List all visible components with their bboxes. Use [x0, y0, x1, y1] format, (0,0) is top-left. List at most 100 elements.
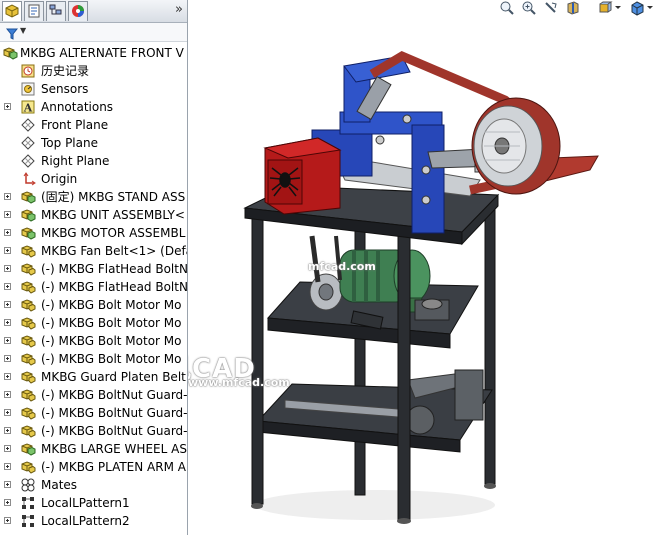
tree-item-label: Top Plane: [41, 136, 98, 150]
panel-tab-bar: »: [0, 0, 187, 23]
floor-shadow: [255, 490, 495, 520]
more-tabs-button[interactable]: »: [175, 2, 183, 17]
tree-item-label: Right Plane: [41, 154, 110, 168]
tree-root[interactable]: MKBG ALTERNATE FRONT V: [0, 44, 187, 62]
tree-item[interactable]: (-) MKBG Bolt Motor Mo: [0, 314, 187, 332]
annotations-icon: A: [20, 99, 36, 115]
tree-item-label: Annotations: [41, 100, 114, 114]
filter-row: ▼: [0, 23, 187, 42]
tree-item[interactable]: (-) MKBG Bolt Motor Mo: [0, 350, 187, 368]
part-icon: [20, 405, 36, 421]
tree-item[interactable]: LocalLPattern1: [0, 494, 187, 512]
unit-upright: [411, 124, 445, 234]
assembly-icon: [20, 189, 36, 205]
tree-item-label: Sensors: [41, 82, 89, 96]
expand-toggle-icon[interactable]: [4, 391, 11, 398]
tree-item-label: (-) MKBG Bolt Motor Mo: [41, 334, 182, 348]
tree-item[interactable]: (-) MKBG BoltNut Guard-: [0, 422, 187, 440]
tree-item[interactable]: Top Plane: [0, 134, 187, 152]
expand-toggle-icon[interactable]: [4, 319, 11, 326]
expand-toggle-icon[interactable]: [4, 229, 11, 236]
tree-item-label: LocalLPattern1: [41, 496, 130, 510]
expand-toggle-icon[interactable]: [4, 445, 11, 452]
filter-icon[interactable]: [5, 25, 19, 44]
svg-text:A: A: [23, 102, 33, 115]
tree-item-label: Mates: [41, 478, 78, 492]
expand-toggle-icon[interactable]: [4, 301, 11, 308]
tree-item[interactable]: A Annotations: [0, 98, 187, 116]
assembly-icon: [20, 207, 36, 223]
expand-toggle-icon[interactable]: [4, 283, 11, 290]
tree-item[interactable]: MKBG Guard Platen Belt: [0, 368, 187, 386]
fan-belt: [309, 235, 321, 283]
tree-item[interactable]: 历史记录: [0, 62, 187, 80]
expand-toggle-icon[interactable]: [4, 247, 11, 254]
part-icon: [20, 333, 36, 349]
featuremanager-tab-icon[interactable]: [2, 1, 22, 21]
expand-toggle-icon[interactable]: [4, 103, 11, 110]
stand-leg-front-right: [397, 227, 411, 521]
tree-item-label: Origin: [41, 172, 78, 186]
expand-toggle-icon[interactable]: [4, 211, 11, 218]
plane-icon: [20, 117, 36, 133]
propertymanager-tab-icon[interactable]: [24, 1, 44, 21]
expand-toggle-icon[interactable]: [4, 265, 11, 272]
tree-item[interactable]: (-) MKBG FlatHead BoltN: [0, 278, 187, 296]
tree-item-label: (-) MKBG PLATEN ARM A: [41, 460, 186, 474]
tree-item-label: (-) MKBG Bolt Motor Mo: [41, 298, 182, 312]
tree-item-label: (-) MKBG FlatHead BoltN: [41, 262, 188, 276]
tree-item-label: (-) MKBG BoltNut Guard-: [41, 424, 188, 438]
tree-item[interactable]: (固定) MKBG STAND ASS: [0, 188, 187, 206]
tree-item-label: MKBG Guard Platen Belt: [41, 370, 186, 384]
tree-item[interactable]: Mates: [0, 476, 187, 494]
tree-item[interactable]: (-) MKBG BoltNut Guard-: [0, 404, 187, 422]
graphics-viewport[interactable]: mfcad.com 沐风CAD www.mfcad.com: [188, 0, 667, 535]
tree-item[interactable]: MKBG Fan Belt<1> (Defa: [0, 242, 187, 260]
tree-item-label: MKBG LARGE WHEEL ASS: [41, 442, 188, 456]
configurationmanager-tab-icon[interactable]: [46, 1, 66, 21]
expand-toggle-icon[interactable]: [4, 337, 11, 344]
expand-toggle-icon[interactable]: [4, 373, 11, 380]
chevron-down-icon[interactable]: ▼: [20, 26, 26, 35]
tree-item-label: (-) MKBG BoltNut Guard-: [41, 388, 188, 402]
expand-toggle-icon[interactable]: [4, 481, 11, 488]
expand-toggle-icon[interactable]: [4, 409, 11, 416]
stand-leg-front-left: [251, 217, 264, 505]
tree-item[interactable]: (-) MKBG Bolt Motor Mo: [0, 332, 187, 350]
tree-item[interactable]: (-) MKBG FlatHead BoltN: [0, 260, 187, 278]
tree-item[interactable]: Front Plane: [0, 116, 187, 134]
origin-icon: [20, 171, 36, 187]
expand-toggle-icon[interactable]: [4, 193, 11, 200]
part-icon: [20, 369, 36, 385]
tree-item[interactable]: (-) MKBG Bolt Motor Mo: [0, 296, 187, 314]
tree-item[interactable]: Sensors: [0, 80, 187, 98]
tree-item-label: MKBG ALTERNATE FRONT V: [20, 46, 184, 60]
part-icon: [20, 423, 36, 439]
assembly-icon: [20, 225, 36, 241]
expand-toggle-icon[interactable]: [4, 355, 11, 362]
display-manager-tab-icon[interactable]: [68, 1, 88, 21]
feature-tree: MKBG ALTERNATE FRONT V 历史记录 Sensors A Annota…: [0, 44, 187, 530]
mates-icon: [20, 477, 36, 493]
belt-grinder-model[interactable]: [188, 0, 667, 535]
plane-icon: [20, 135, 36, 151]
tree-item-label: (-) MKBG Bolt Motor Mo: [41, 352, 182, 366]
part-icon: [20, 387, 36, 403]
sensors-icon: [20, 81, 36, 97]
tree-item[interactable]: (-) MKBG BoltNut Guard-: [0, 386, 187, 404]
feature-manager-panel: » ▼ MKBG ALTERNATE FRONT V 历史记录 Sensors A An…: [0, 0, 188, 535]
tree-item[interactable]: Origin: [0, 170, 187, 188]
tree-item[interactable]: MKBG UNIT ASSEMBLY<: [0, 206, 187, 224]
expand-toggle-icon[interactable]: [4, 427, 11, 434]
tree-item[interactable]: Right Plane: [0, 152, 187, 170]
tree-item[interactable]: MKBG MOTOR ASSEMBL: [0, 224, 187, 242]
tree-item[interactable]: LocalLPattern2: [0, 512, 187, 530]
expand-toggle-icon[interactable]: [4, 463, 11, 470]
part-icon: [20, 297, 36, 313]
expand-toggle-icon[interactable]: [4, 517, 11, 524]
lower-arm-block: [454, 369, 484, 421]
tree-item[interactable]: (-) MKBG PLATEN ARM A: [0, 458, 187, 476]
expand-toggle-icon[interactable]: [4, 499, 11, 506]
tree-item-label: 历史记录: [41, 64, 90, 78]
tree-item[interactable]: MKBG LARGE WHEEL ASS: [0, 440, 187, 458]
